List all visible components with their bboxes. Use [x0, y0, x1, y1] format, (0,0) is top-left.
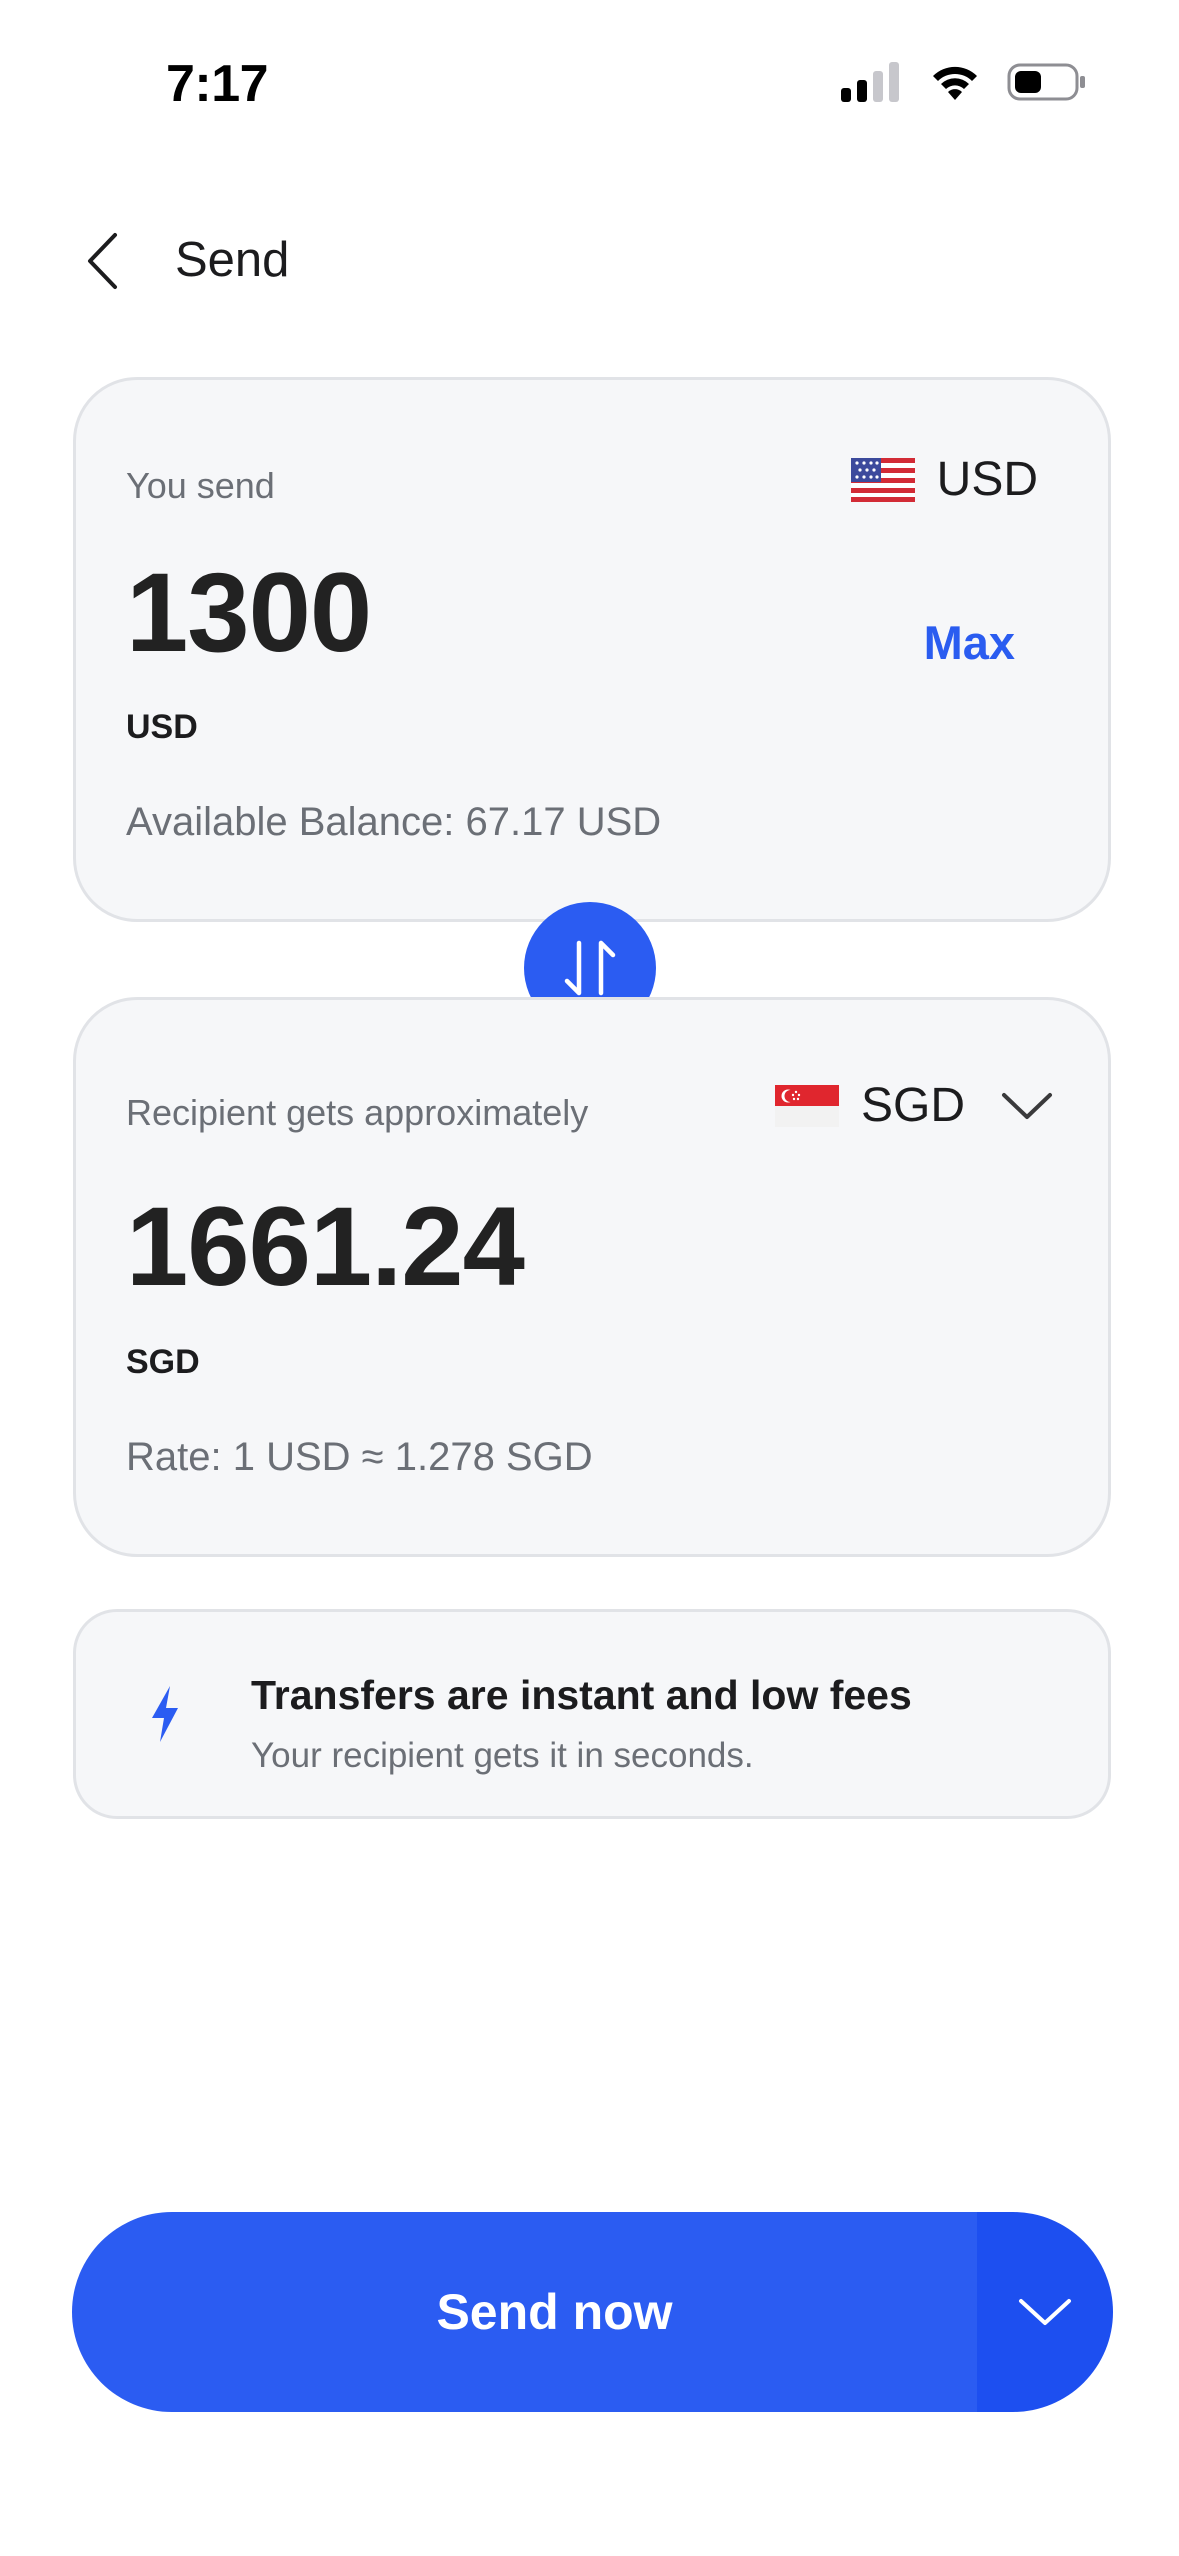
receive-currency-code: SGD	[860, 1079, 965, 1132]
page-title: Send	[175, 233, 290, 287]
info-icon-wrap	[148, 1684, 182, 1749]
chevron-left-icon	[88, 233, 117, 289]
lightning-bolt-icon	[152, 1686, 178, 1742]
receive-currency-selector[interactable]: SGD	[774, 1078, 1053, 1133]
send-now-label: Send now	[436, 2284, 673, 2340]
info-title: Transfers are instant and low fees	[251, 1672, 912, 1718]
send-currency-code: USD	[936, 453, 1038, 506]
us-flag-icon	[850, 457, 915, 502]
status-time: 7:17	[166, 55, 269, 113]
send-label: You send	[126, 465, 275, 506]
info-card: Transfers are instant and low fees Your …	[73, 1609, 1111, 1819]
send-options-toggle[interactable]	[977, 2212, 1113, 2412]
receive-label: Recipient gets approximately	[126, 1092, 589, 1133]
receive-amount-card: Recipient gets approximately SGD 1661.24…	[73, 997, 1111, 1557]
available-balance: Available Balance: 67.17 USD	[126, 800, 662, 844]
sg-flag-icon	[774, 1084, 839, 1127]
chevron-down-icon	[1019, 2299, 1071, 2325]
send-currency-selector[interactable]: USD	[850, 452, 1038, 507]
exchange-rate: Rate: 1 USD ≈ 1.278 SGD	[126, 1435, 593, 1479]
cellular-signal-icon	[841, 62, 899, 102]
send-amount-unit: USD	[126, 708, 198, 746]
status-icons	[841, 62, 1087, 102]
receive-amount: 1661.24	[126, 1184, 525, 1309]
info-subtitle: Your recipient gets it in seconds.	[251, 1736, 754, 1775]
back-button[interactable]	[76, 228, 128, 294]
receive-amount-unit: SGD	[126, 1343, 200, 1381]
battery-icon	[1007, 63, 1085, 101]
chevron-down-icon	[1002, 1092, 1052, 1119]
wifi-icon	[933, 66, 977, 100]
send-amount-card: You send USD 1300 USD Max Available Bala…	[73, 377, 1111, 922]
send-now-button[interactable]: Send now	[72, 2212, 977, 2412]
swap-arrows-icon	[564, 940, 616, 996]
max-button[interactable]: Max	[924, 615, 1015, 670]
send-amount-input[interactable]: 1300	[126, 548, 372, 677]
